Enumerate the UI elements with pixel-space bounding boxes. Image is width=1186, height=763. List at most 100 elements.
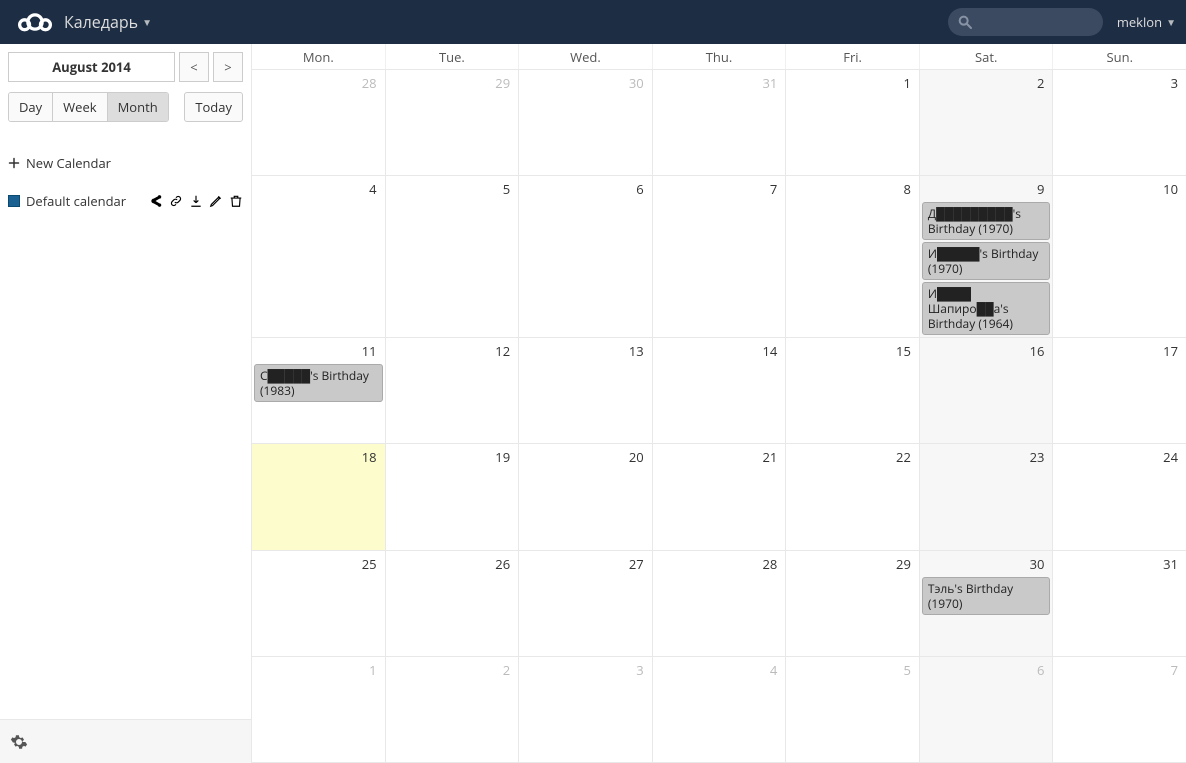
day-cell[interactable]: 6 bbox=[920, 657, 1054, 762]
day-cell[interactable]: 15 bbox=[786, 338, 920, 443]
day-number: 28 bbox=[362, 74, 377, 92]
day-cell[interactable]: 22 bbox=[786, 444, 920, 549]
day-cell[interactable]: 3 bbox=[519, 657, 653, 762]
weekday-header: Mon. bbox=[252, 44, 386, 69]
search-icon bbox=[957, 14, 973, 30]
day-cell[interactable]: 29 bbox=[386, 70, 520, 175]
day-number: 2 bbox=[1037, 74, 1044, 92]
day-number: 12 bbox=[495, 342, 510, 360]
day-cell[interactable]: 10 bbox=[1053, 176, 1186, 337]
day-number: 14 bbox=[762, 342, 777, 360]
day-number: 30 bbox=[629, 74, 644, 92]
calendar-item[interactable]: Default calendar bbox=[8, 190, 243, 212]
day-cell[interactable]: 31 bbox=[1053, 551, 1186, 656]
edit-icon[interactable] bbox=[209, 194, 223, 208]
day-number: 13 bbox=[629, 342, 644, 360]
day-cell[interactable]: 6 bbox=[519, 176, 653, 337]
day-cell[interactable]: 2 bbox=[386, 657, 520, 762]
prev-button[interactable]: < bbox=[179, 52, 209, 82]
day-number: 21 bbox=[762, 448, 777, 466]
share-icon[interactable] bbox=[149, 194, 163, 208]
day-number: 1 bbox=[903, 74, 910, 92]
day-number: 17 bbox=[1163, 342, 1178, 360]
day-cell[interactable]: 5 bbox=[786, 657, 920, 762]
day-number: 1 bbox=[369, 661, 376, 679]
day-cell[interactable]: 27 bbox=[519, 551, 653, 656]
day-number: 4 bbox=[369, 180, 376, 198]
day-cell[interactable]: 14 bbox=[653, 338, 787, 443]
day-number: 29 bbox=[495, 74, 510, 92]
settings-button[interactable] bbox=[10, 733, 28, 751]
day-cell[interactable]: 5 bbox=[386, 176, 520, 337]
day-cell[interactable]: 20 bbox=[519, 444, 653, 549]
day-number: 6 bbox=[1037, 661, 1044, 679]
day-cell[interactable]: 2 bbox=[920, 70, 1054, 175]
view-month-button[interactable]: Month bbox=[108, 93, 168, 121]
day-number: 18 bbox=[362, 448, 377, 466]
day-cell[interactable]: 16 bbox=[920, 338, 1054, 443]
day-number: 27 bbox=[629, 555, 644, 573]
view-day-button[interactable]: Day bbox=[9, 93, 53, 121]
day-number: 25 bbox=[362, 555, 377, 573]
trash-icon[interactable] bbox=[229, 194, 243, 208]
day-number: 5 bbox=[503, 180, 510, 198]
day-cell[interactable]: 9Д█████████'s Birthday (1970)И█████'s Bi… bbox=[920, 176, 1054, 337]
day-cell[interactable]: 1 bbox=[252, 657, 386, 762]
day-number: 7 bbox=[770, 180, 777, 198]
weekday-header: Fri. bbox=[786, 44, 920, 69]
day-cell[interactable]: 18 bbox=[252, 444, 386, 549]
day-cell[interactable]: 29 bbox=[786, 551, 920, 656]
day-number: 23 bbox=[1030, 448, 1045, 466]
calendar-event[interactable]: Тэль's Birthday (1970) bbox=[922, 577, 1051, 615]
day-cell[interactable]: 26 bbox=[386, 551, 520, 656]
day-cell[interactable]: 12 bbox=[386, 338, 520, 443]
day-cell[interactable]: 30 bbox=[519, 70, 653, 175]
new-calendar-button[interactable]: New Calendar bbox=[8, 150, 243, 176]
chevron-down-icon: ▼ bbox=[142, 15, 152, 29]
day-cell[interactable]: 19 bbox=[386, 444, 520, 549]
calendar-event[interactable]: С█████'s Birthday (1983) bbox=[254, 364, 383, 402]
calendar-event[interactable]: Д█████████'s Birthday (1970) bbox=[922, 202, 1051, 240]
calendar-color-swatch bbox=[8, 195, 20, 207]
day-cell[interactable]: 28 bbox=[252, 70, 386, 175]
calendar-event[interactable]: И████ Шапиро██a's Birthday (1964) bbox=[922, 282, 1051, 335]
view-week-button[interactable]: Week bbox=[53, 93, 107, 121]
day-number: 31 bbox=[1163, 555, 1178, 573]
day-cell[interactable]: 24 bbox=[1053, 444, 1186, 549]
day-number: 24 bbox=[1163, 448, 1178, 466]
day-cell[interactable]: 11С█████'s Birthday (1983) bbox=[252, 338, 386, 443]
day-cell[interactable]: 13 bbox=[519, 338, 653, 443]
day-number: 22 bbox=[896, 448, 911, 466]
user-menu[interactable]: meklon ▼ bbox=[1117, 13, 1176, 31]
day-cell[interactable]: 23 bbox=[920, 444, 1054, 549]
chevron-down-icon: ▼ bbox=[1166, 15, 1176, 29]
day-cell[interactable]: 7 bbox=[653, 176, 787, 337]
day-cell[interactable]: 28 bbox=[653, 551, 787, 656]
app-logo[interactable] bbox=[10, 12, 60, 32]
app-switcher[interactable]: Каледарь ▼ bbox=[64, 11, 152, 33]
day-number: 20 bbox=[629, 448, 644, 466]
day-cell[interactable]: 1 bbox=[786, 70, 920, 175]
link-icon[interactable] bbox=[169, 194, 183, 208]
today-button[interactable]: Today bbox=[184, 92, 243, 122]
download-icon[interactable] bbox=[189, 194, 203, 208]
day-cell[interactable]: 25 bbox=[252, 551, 386, 656]
day-cell[interactable]: 8 bbox=[786, 176, 920, 337]
day-cell[interactable]: 30Тэль's Birthday (1970) bbox=[920, 551, 1054, 656]
day-number: 3 bbox=[1171, 74, 1178, 92]
day-cell[interactable]: 31 bbox=[653, 70, 787, 175]
day-cell[interactable]: 4 bbox=[653, 657, 787, 762]
weekday-header: Sat. bbox=[920, 44, 1054, 69]
calendar-event[interactable]: И█████'s Birthday (1970) bbox=[922, 242, 1051, 280]
app-title-text: Каледарь bbox=[64, 11, 138, 33]
day-cell[interactable]: 7 bbox=[1053, 657, 1186, 762]
next-button[interactable]: > bbox=[213, 52, 243, 82]
day-cell[interactable]: 3 bbox=[1053, 70, 1186, 175]
user-name: meklon bbox=[1117, 13, 1162, 31]
day-cell[interactable]: 21 bbox=[653, 444, 787, 549]
period-picker[interactable]: August 2014 bbox=[8, 52, 175, 82]
day-cell[interactable]: 4 bbox=[252, 176, 386, 337]
day-number: 16 bbox=[1030, 342, 1045, 360]
day-number: 10 bbox=[1163, 180, 1178, 198]
day-cell[interactable]: 17 bbox=[1053, 338, 1186, 443]
